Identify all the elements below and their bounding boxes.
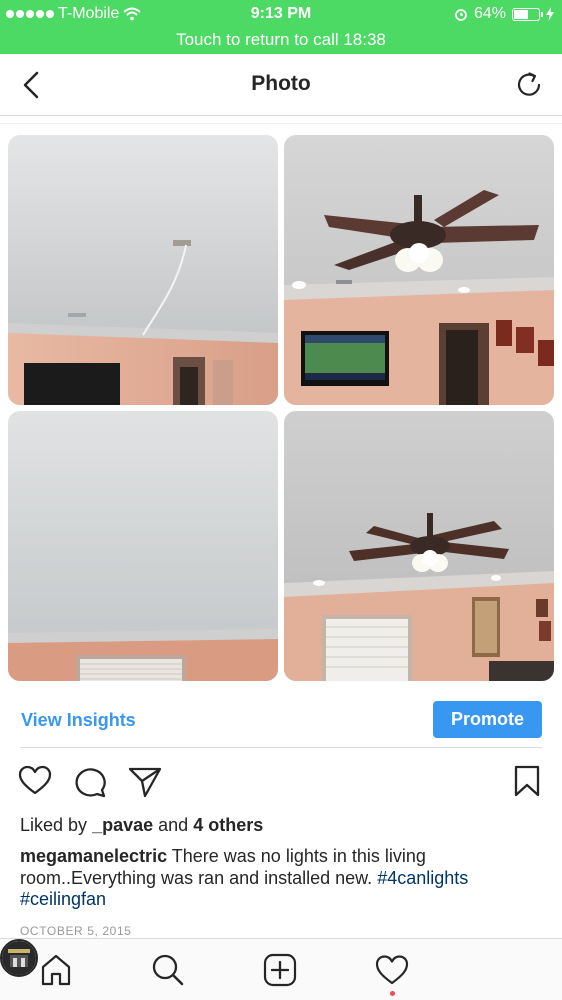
- heart-icon[interactable]: [18, 764, 52, 798]
- liked-by-others[interactable]: 4 others: [193, 815, 263, 835]
- activity-notification-dot: [390, 991, 395, 996]
- page-title: Photo: [251, 72, 311, 95]
- liked-by-prefix: Liked by: [20, 815, 88, 835]
- plus-square-icon[interactable]: [263, 953, 297, 987]
- status-bar: T-Mobile 9:13 PM 64%: [0, 0, 562, 28]
- post-actions: [0, 762, 562, 802]
- liked-by-user[interactable]: _pavae: [92, 815, 153, 835]
- heart-icon[interactable]: [375, 953, 409, 987]
- likes-summary[interactable]: Liked by _pavae and 4 others: [20, 815, 263, 836]
- view-insights-link[interactable]: View Insights: [21, 710, 136, 731]
- ceiling-wires-photo[interactable]: [8, 135, 278, 405]
- search-icon[interactable]: [151, 953, 185, 987]
- hashtag-link[interactable]: #ceilingfan: [20, 889, 106, 909]
- home-icon[interactable]: [39, 953, 73, 987]
- battery-icon: [512, 7, 543, 21]
- nav-divider: [0, 116, 562, 124]
- photo-collage[interactable]: [8, 135, 554, 681]
- tab-bar: [0, 938, 562, 1000]
- caption-username[interactable]: megamanelectric: [20, 846, 167, 866]
- ceiling-fan-tv-photo[interactable]: [284, 135, 554, 405]
- nav-bar: Photo: [0, 54, 562, 116]
- comment-icon[interactable]: [73, 764, 107, 798]
- status-right: 64%: [454, 5, 554, 23]
- refresh-icon[interactable]: [514, 69, 546, 101]
- avatar[interactable]: [0, 939, 38, 977]
- promote-button[interactable]: Promote: [433, 701, 542, 738]
- post-date: OCTOBER 5, 2015: [20, 924, 132, 938]
- ceiling-fan-window-photo[interactable]: [284, 411, 554, 681]
- paper-plane-icon[interactable]: [128, 764, 162, 798]
- insights-row: View Insights Promote: [20, 700, 542, 748]
- hashtag-link[interactable]: #4canlights: [377, 868, 468, 888]
- return-to-call-banner[interactable]: Touch to return to call 18:38: [0, 28, 562, 54]
- post-caption: megamanelectric There was no lights in t…: [20, 846, 540, 911]
- plain-ceiling-photo[interactable]: [8, 411, 278, 681]
- alarm-icon: [455, 9, 467, 21]
- charging-icon: [546, 7, 554, 21]
- battery-percent: 64%: [473, 5, 506, 22]
- bookmark-icon[interactable]: [510, 764, 544, 798]
- liked-by-and: and: [158, 815, 189, 835]
